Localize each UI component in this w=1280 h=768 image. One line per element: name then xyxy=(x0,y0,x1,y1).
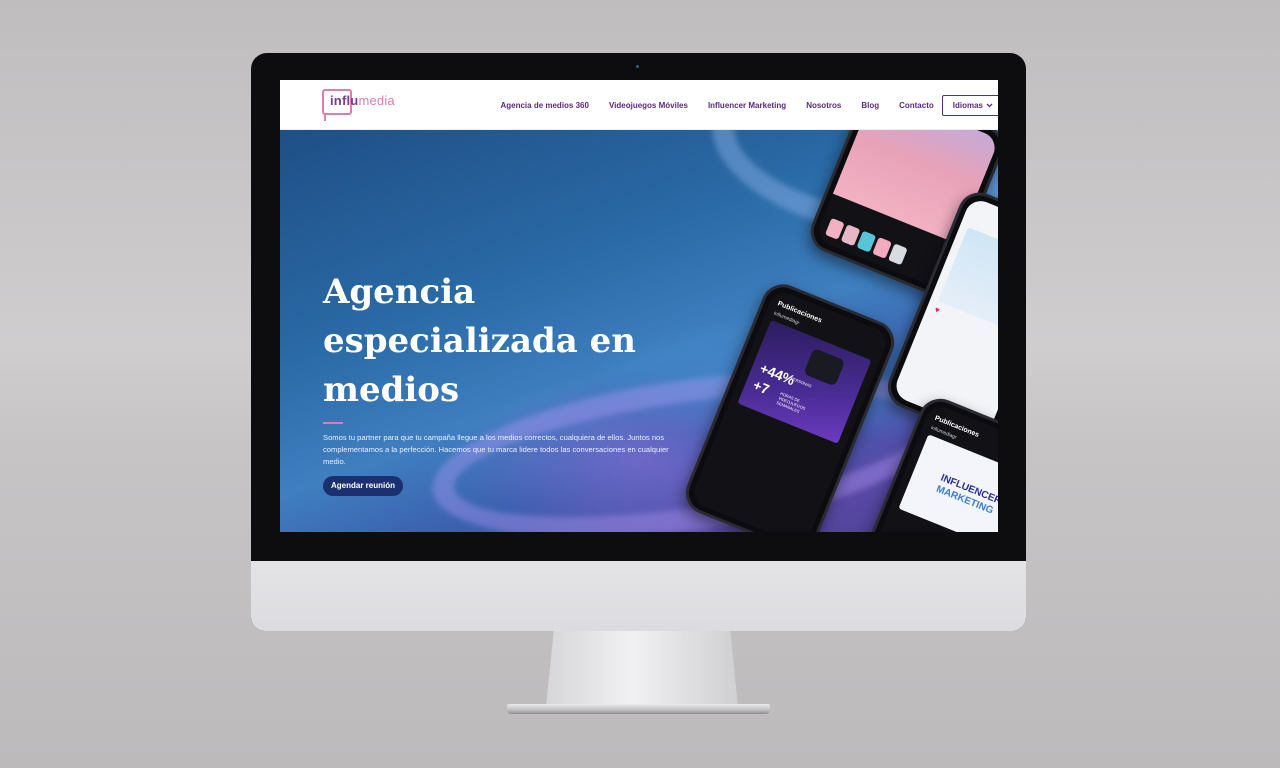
title-underline xyxy=(323,422,343,424)
language-label: Idiomas xyxy=(952,100,983,110)
chevron-down-icon xyxy=(986,103,993,107)
website-screen: influmedia Agencia de medios 360 Videoju… xyxy=(280,80,998,532)
hero-section: Agencia especializada en medios Somos tu… xyxy=(280,130,998,532)
nav-contacto[interactable]: Contacto xyxy=(899,101,934,110)
influmedia-logo[interactable]: influmedia xyxy=(322,88,402,122)
thumbnail xyxy=(887,243,908,266)
hero-title: Agencia especializada en medios xyxy=(323,272,636,410)
camera-dot xyxy=(636,65,639,68)
nav-influencer-marketing[interactable]: Influencer Marketing xyxy=(708,101,786,110)
language-dropdown[interactable]: Idiomas xyxy=(941,94,998,116)
phone-screen: Publicaciones influmediagr +44% PERSONAS… xyxy=(689,288,891,532)
logo-text-media: media xyxy=(358,93,395,108)
imac-monitor: influmedia Agencia de medios 360 Videoju… xyxy=(251,53,1026,631)
monitor-stand-base xyxy=(507,704,770,714)
stat-7-caption: HORAS DE VIDEOJUEGOS SEMANALES xyxy=(775,390,807,414)
nav-blog[interactable]: Blog xyxy=(861,101,879,110)
hero-description: Somos tu partner para que tu campaña lle… xyxy=(323,433,669,466)
bubble-tail xyxy=(324,114,326,121)
logo-text-influ: influ xyxy=(330,93,359,108)
site-header: influmedia Agencia de medios 360 Videoju… xyxy=(280,80,998,130)
nav-nosotros[interactable]: Nosotros xyxy=(806,101,841,110)
schedule-meeting-button[interactable]: Agendar reunión xyxy=(323,476,404,496)
vr-headset-graphic xyxy=(803,347,846,387)
main-nav: Agencia de medios 360 Videojuegos Móvile… xyxy=(500,94,998,116)
nav-videojuegos[interactable]: Videojuegos Móviles xyxy=(609,101,688,110)
nav-agencia-medios[interactable]: Agencia de medios 360 xyxy=(500,101,588,110)
logo-wordmark: influmedia xyxy=(330,93,395,108)
stat-7: +7 xyxy=(750,376,772,398)
monitor-chin xyxy=(251,561,1026,631)
monitor-stand xyxy=(546,631,738,707)
story-thumbnails xyxy=(824,217,908,266)
